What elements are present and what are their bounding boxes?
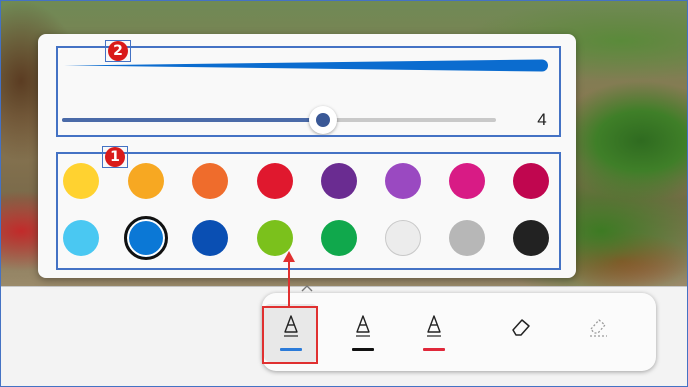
color-swatch-yellow[interactable] [63,163,99,199]
highlight-box-pen [262,306,318,364]
color-swatch-purple[interactable] [385,163,421,199]
tool-highlighter[interactable] [407,304,461,362]
color-swatch-light-blue[interactable] [63,220,99,256]
annotation-badge-1: 1 [105,147,125,167]
tool-color-underline [352,348,374,351]
color-swatch-white[interactable] [385,220,421,256]
color-swatch-gold[interactable] [128,163,164,199]
divider [1,286,687,287]
color-swatch-magenta[interactable] [449,163,485,199]
color-swatch-dark-blue[interactable] [192,220,228,256]
tool-clear-all[interactable] [572,304,626,362]
color-swatch-dark-purple[interactable] [321,163,357,199]
tool-eraser[interactable] [494,304,548,362]
chevron-up-icon[interactable] [299,283,315,293]
tool-pencil[interactable] [336,304,390,362]
tool-color-underline [423,348,445,351]
color-swatch-green[interactable] [257,220,293,256]
color-swatch-black[interactable] [513,220,549,256]
color-swatch-crimson[interactable] [513,163,549,199]
color-swatch-emerald[interactable] [321,220,357,256]
color-swatch-orange[interactable] [192,163,228,199]
color-swatch-red[interactable] [257,163,293,199]
color-swatch-blue[interactable] [124,216,168,260]
color-swatch-gray[interactable] [449,220,485,256]
annotation-badge-2: 2 [108,41,128,61]
annotation-box-slider [56,46,561,137]
